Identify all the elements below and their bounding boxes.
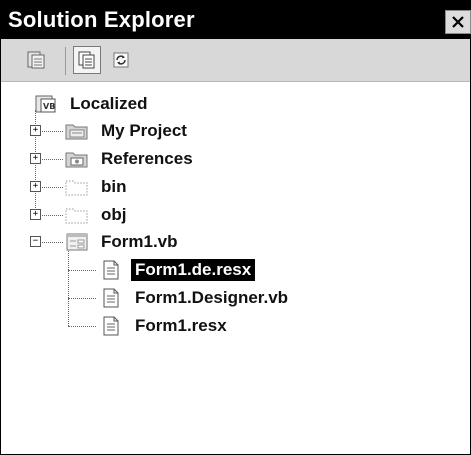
tree-node-my-project[interactable]: My Project: [64, 119, 191, 143]
close-icon: [452, 16, 464, 28]
refresh-icon: [113, 52, 129, 68]
expand-toggle[interactable]: +: [30, 125, 41, 136]
tree-node-label: References: [101, 149, 193, 168]
title-bar: Solution Explorer: [1, 1, 471, 39]
tree-node-label: Form1.de.resx: [131, 259, 256, 281]
tree-node-form1-de-resx[interactable]: Form1.de.resx: [98, 258, 256, 282]
references-icon: [64, 148, 90, 170]
tree-node-label: Form1.vb: [101, 232, 178, 251]
refresh-button[interactable]: [107, 46, 135, 74]
resx-file-icon: [98, 315, 124, 337]
solution-tree: VB Localized + My Project + References +…: [1, 82, 470, 454]
panel-title: Solution Explorer: [8, 7, 195, 32]
tree-node-bin[interactable]: bin: [64, 175, 131, 199]
vb-file-icon: [98, 287, 124, 309]
tree-node-label: bin: [101, 177, 127, 196]
solution-explorer-panel: Solution Explorer VB Localized + My Proj…: [0, 0, 471, 455]
tree-node-references[interactable]: References: [64, 147, 197, 171]
properties-icon: [27, 51, 45, 69]
expand-toggle[interactable]: +: [30, 153, 41, 164]
tree-connector: [68, 326, 96, 327]
tree-node-form1-vb[interactable]: Form1.vb: [64, 230, 182, 254]
toolbar: [1, 39, 470, 82]
tree-node-label: obj: [101, 205, 127, 224]
tree-connector: [68, 270, 96, 271]
collapse-toggle[interactable]: −: [30, 236, 41, 247]
close-button[interactable]: [445, 10, 471, 34]
tree-connector: [68, 298, 96, 299]
my-project-icon: [64, 120, 90, 142]
toolbar-separator: [65, 47, 66, 75]
tree-node-label: Form1.resx: [135, 316, 227, 335]
tree-node-label: My Project: [101, 121, 187, 140]
resx-file-icon: [98, 259, 124, 281]
expand-toggle[interactable]: +: [30, 181, 41, 192]
svg-text:VB: VB: [43, 102, 55, 111]
tree-node-label: Localized: [70, 94, 148, 113]
form-icon: [64, 231, 90, 253]
properties-button[interactable]: [22, 46, 50, 74]
show-all-files-button[interactable]: [73, 46, 101, 74]
tree-node-label: Form1.Designer.vb: [135, 288, 289, 307]
tree-node-form1-designer-vb[interactable]: Form1.Designer.vb: [98, 286, 292, 310]
tree-connector: [68, 248, 69, 326]
folder-dashed-icon: [64, 204, 90, 226]
tree-node-obj[interactable]: obj: [64, 203, 131, 227]
tree-node-form1-resx[interactable]: Form1.resx: [98, 314, 231, 338]
show-all-files-icon: [78, 51, 95, 69]
vb-project-icon: VB: [33, 93, 59, 115]
tree-node-localized[interactable]: VB Localized: [33, 92, 151, 116]
expand-toggle[interactable]: +: [30, 209, 41, 220]
folder-dashed-icon: [64, 176, 90, 198]
